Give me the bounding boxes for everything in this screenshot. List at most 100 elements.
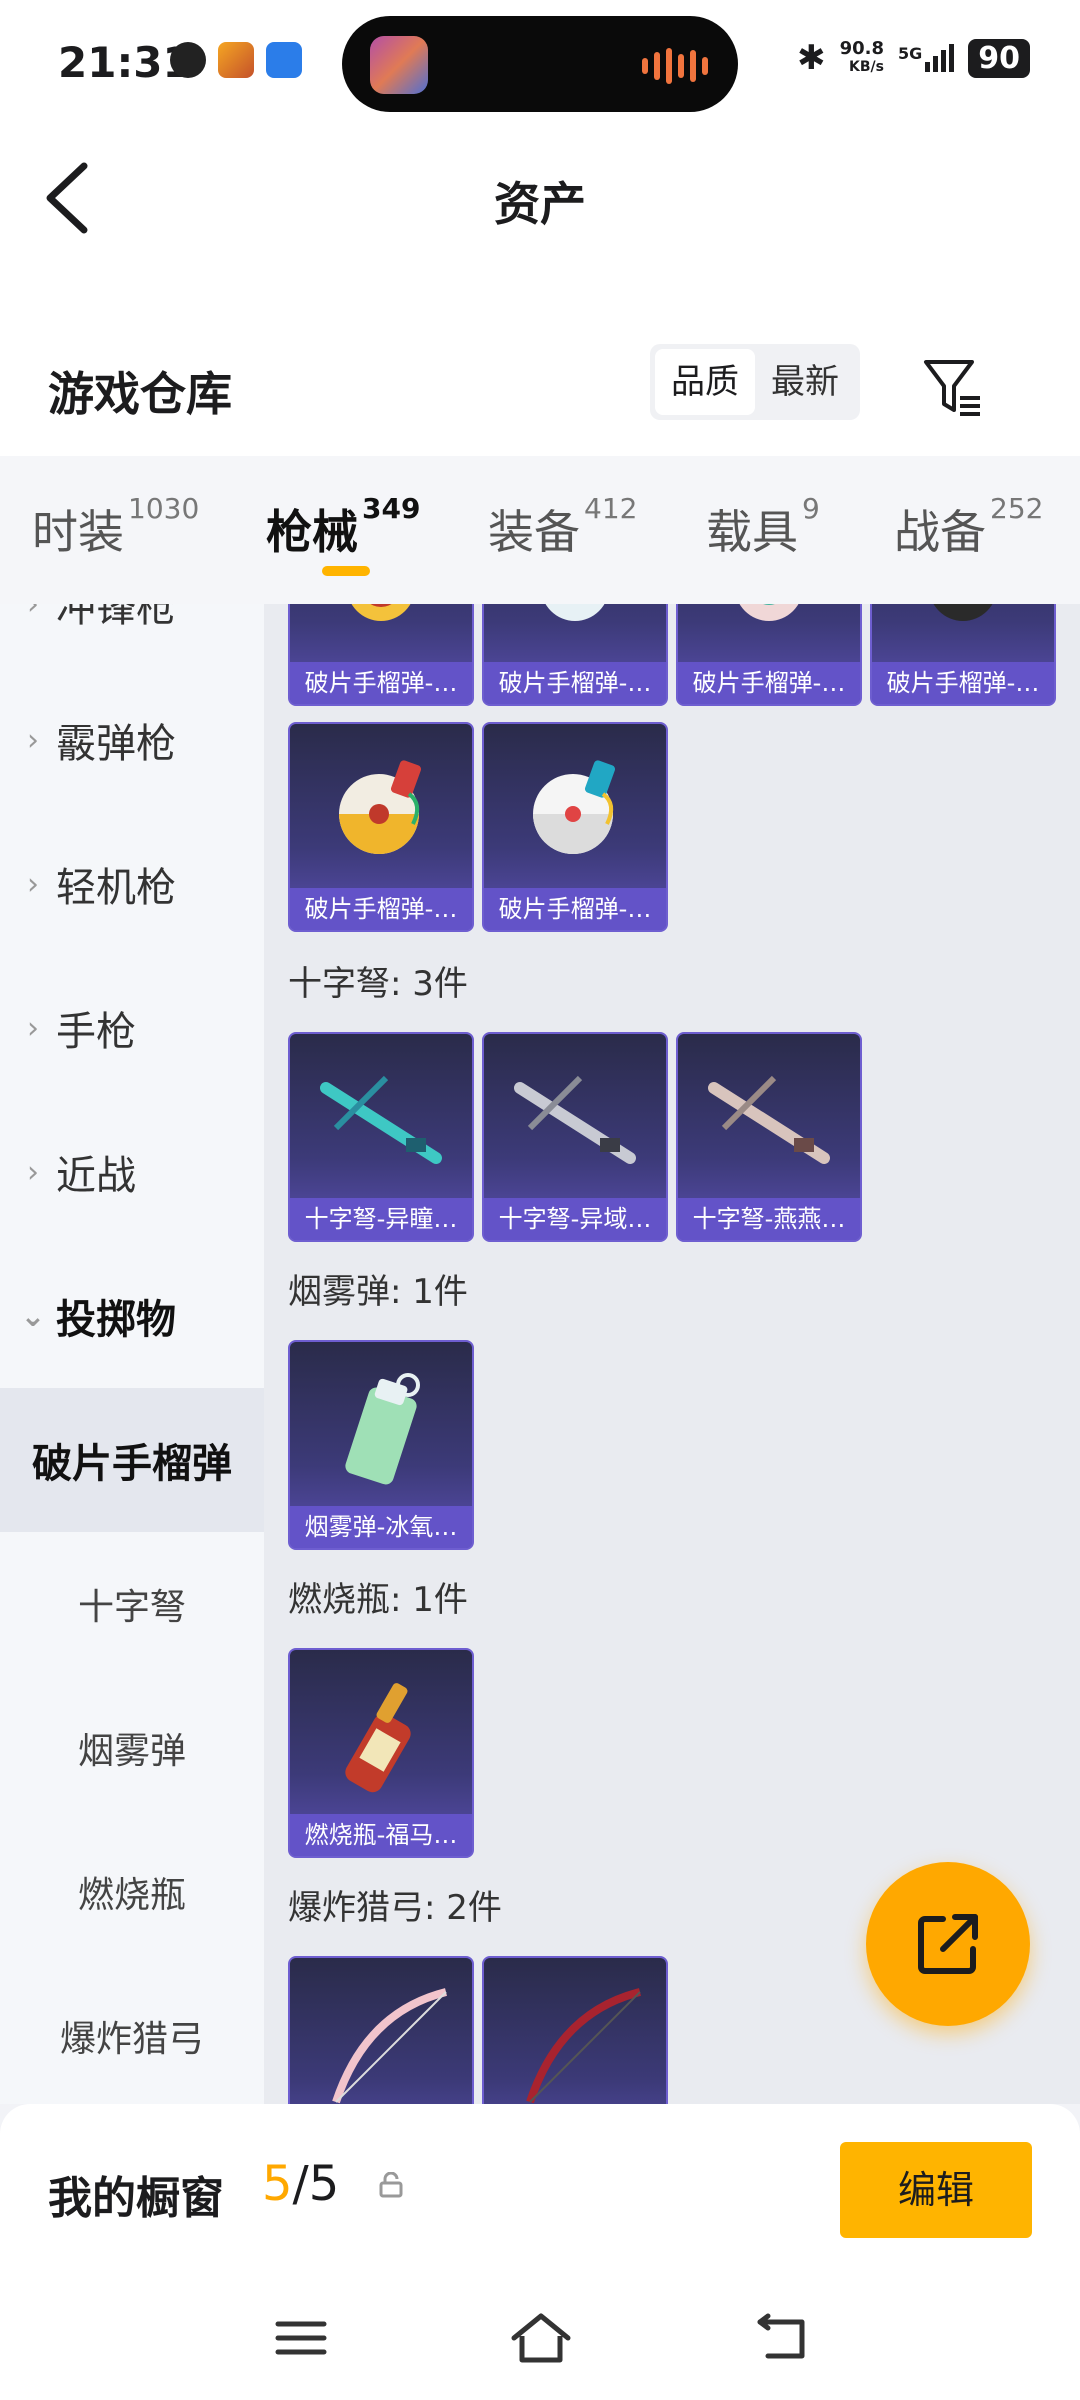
home-icon[interactable] — [506, 2308, 576, 2368]
tab-label: 枪械 — [266, 505, 358, 559]
item-card-label: 燃烧瓶-福马… — [290, 1814, 472, 1856]
tab-vehicles[interactable]: 载具 9 — [706, 492, 820, 562]
grenade-icon — [290, 604, 472, 666]
menu-icon[interactable] — [266, 2308, 336, 2368]
category-item-explosive-bow[interactable]: 爆炸猎弓 — [0, 1964, 264, 2104]
chevron-right-icon: › — [27, 1010, 39, 1046]
bow-icon — [484, 1958, 666, 2104]
item-card[interactable]: 破片手榴弹-… — [482, 604, 668, 706]
bow-icon — [290, 1958, 472, 2104]
category-item-throwables[interactable]: ⌄ 投掷物 — [0, 1244, 264, 1388]
dynamic-island[interactable] — [342, 16, 738, 112]
page-title: 资产 — [494, 177, 586, 231]
item-card[interactable]: 破片手榴弹-… — [288, 722, 474, 932]
tab-equipment[interactable]: 装备 412 — [488, 492, 637, 562]
category-item-molotov[interactable]: 燃烧瓶 — [0, 1820, 264, 1964]
audio-wave-icon — [642, 48, 708, 84]
item-card-label: 破片手榴弹-… — [484, 662, 666, 704]
item-card-label: 破片手榴弹-… — [678, 662, 860, 704]
network-type: 5G — [897, 44, 923, 63]
tab-label: 载具 — [706, 505, 798, 559]
active-tab-indicator — [322, 566, 370, 576]
category-item-melee[interactable]: › 近战 — [0, 1100, 264, 1244]
category-item-frag-grenade[interactable]: 破片手榴弹 — [0, 1388, 264, 1532]
status-right-icons: ✱ 90.8 KB/s 5G 90 — [797, 38, 1030, 78]
category-label: 烟雾弹 — [77, 1731, 186, 1772]
sort-quality-button[interactable]: 品质 — [655, 349, 755, 415]
category-item-smoke[interactable]: 烟雾弹 — [0, 1676, 264, 1820]
category-label: 十字弩 — [77, 1587, 186, 1628]
category-label: 轻机枪 — [56, 865, 176, 911]
app-notification-icon — [170, 42, 206, 78]
showcase-bar: 我的橱窗 5/5 编辑 — [0, 2104, 1080, 2284]
system-nav-bar — [0, 2284, 1080, 2400]
tab-guns[interactable]: 枪械 349 — [266, 492, 420, 562]
item-card[interactable]: 破片手榴弹-… — [870, 604, 1056, 706]
signal-icon: 5G — [897, 44, 955, 72]
tab-count: 1030 — [128, 492, 200, 525]
item-card-label: 十字弩-异域… — [484, 1198, 666, 1240]
molotov-icon — [290, 1650, 472, 1818]
section-title-molotov: 燃烧瓶: 1件 — [288, 1580, 468, 1620]
item-card-label: 十字弩-异瞳… — [290, 1198, 472, 1240]
smoke-grenade-icon — [290, 1342, 472, 1510]
back-nav-icon[interactable] — [746, 2308, 816, 2368]
item-card[interactable]: 十字弩-异瞳… — [288, 1032, 474, 1242]
warehouse-title: 游戏仓库 — [48, 367, 232, 421]
tab-label: 战备 — [894, 505, 986, 559]
tab-count: 349 — [362, 492, 421, 525]
item-card-label: 十字弩-燕燕… — [678, 1198, 860, 1240]
edit-button[interactable]: 编辑 — [840, 2142, 1032, 2238]
category-item-lmg[interactable]: › 轻机枪 — [0, 812, 264, 956]
tab-label: 时装 — [32, 505, 124, 559]
crossbow-icon — [678, 1034, 860, 1202]
item-card[interactable]: 破片手榴弹-… — [482, 722, 668, 932]
tab-gear[interactable]: 战备 252 — [894, 492, 1043, 562]
item-card[interactable] — [482, 1956, 668, 2104]
tab-label: 装备 — [488, 505, 580, 559]
hotspot-icon — [266, 42, 302, 78]
crossbow-icon — [484, 1034, 666, 1202]
battery-indicator: 90 — [968, 38, 1030, 78]
category-item-pistol[interactable]: › 手枪 — [0, 956, 264, 1100]
category-item-smg[interactable]: › 冲锋枪 — [0, 604, 264, 626]
category-item-shotgun[interactable]: › 霰弹枪 — [0, 668, 264, 812]
item-card[interactable]: 破片手榴弹-… — [676, 604, 862, 706]
network-speed: 90.8 KB/s — [840, 40, 884, 76]
grenade-icon — [290, 724, 472, 892]
item-card[interactable] — [288, 1956, 474, 2104]
showcase-title: 我的橱窗 — [48, 2173, 224, 2224]
filter-icon[interactable] — [920, 354, 986, 420]
page-header: 资产 — [0, 120, 1080, 270]
item-card[interactable]: 十字弩-异域… — [482, 1032, 668, 1242]
share-icon — [918, 1914, 978, 1974]
network-speed-value: 90.8 — [839, 38, 884, 59]
grenade-icon — [872, 604, 1054, 666]
grenade-icon — [484, 724, 666, 892]
weapon-category-list: › 冲锋枪 › 霰弹枪 › 轻机枪 › 手枪 › 近战 ⌄ 投掷物 破片手榴弹 十字弩 烟雾… — [0, 604, 264, 2104]
screen: 21:31 ✱ 90.8 KB/s 5G 90 资产 游戏仓库 品质 最新 时装… — [0, 0, 1080, 2400]
category-item-crossbow[interactable]: 十字弩 — [0, 1532, 264, 1676]
section-title-explosive-bow: 爆炸猎弓: 2件 — [288, 1888, 502, 1928]
item-card-label: 烟雾弹-冰氧… — [290, 1506, 472, 1548]
item-card[interactable]: 十字弩-燕燕… — [676, 1032, 862, 1242]
tab-fashion[interactable]: 时装 1030 — [32, 492, 199, 562]
crossbow-icon — [290, 1034, 472, 1202]
category-label: 投掷物 — [56, 1297, 176, 1343]
bluetooth-icon: ✱ — [797, 38, 826, 78]
item-card[interactable]: 燃烧瓶-福马… — [288, 1648, 474, 1858]
item-card-label: 破片手榴弹-… — [290, 662, 472, 704]
chevron-right-icon: › — [27, 866, 39, 902]
media-thumbnail-icon — [370, 36, 428, 94]
sort-newest-button[interactable]: 最新 — [755, 349, 855, 415]
category-label: 冲锋枪 — [56, 604, 176, 626]
category-tabs: 时装 1030 枪械 349 装备 412 载具 9 战备 252 — [0, 456, 1080, 604]
category-label: 霰弹枪 — [56, 721, 176, 767]
game-app-icon — [218, 42, 254, 78]
share-fab-button[interactable] — [866, 1862, 1030, 2026]
item-card[interactable]: 烟雾弹-冰氧… — [288, 1340, 474, 1550]
item-card[interactable]: 破片手榴弹-… — [288, 604, 474, 706]
showcase-count-total: /5 — [292, 2156, 340, 2212]
warehouse-bar: 游戏仓库 品质 最新 — [0, 270, 1080, 456]
status-notification-icons — [170, 42, 302, 78]
